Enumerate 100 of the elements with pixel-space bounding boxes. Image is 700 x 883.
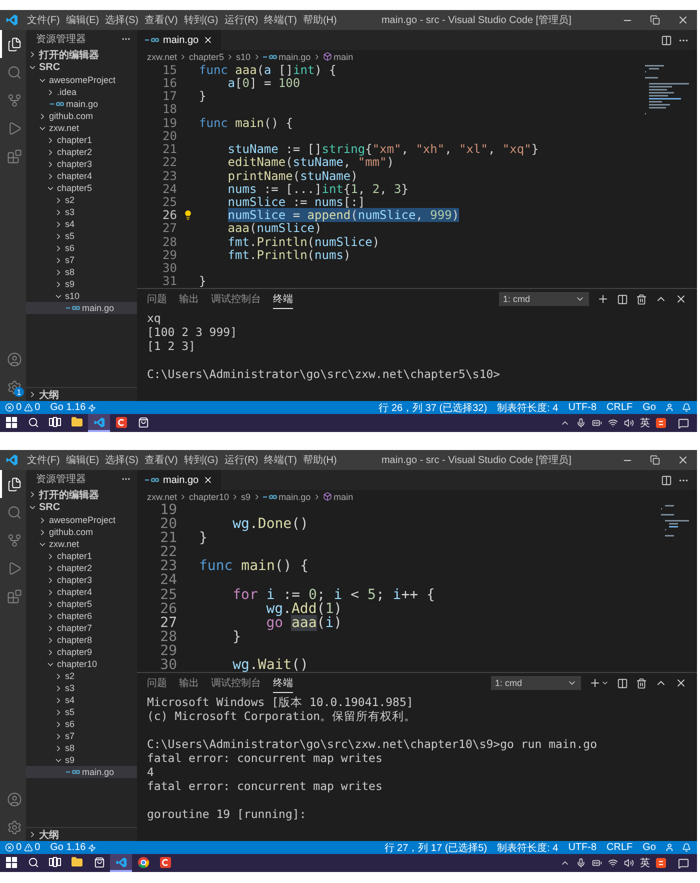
folder-item[interactable]: s5 xyxy=(26,706,137,718)
section-header[interactable]: SRC xyxy=(26,61,137,74)
editor-tab[interactable]: main.go xyxy=(137,470,221,490)
status-item[interactable]: Go xyxy=(638,401,661,414)
folder-item[interactable]: chapter4 xyxy=(26,586,137,598)
battery-icon[interactable] xyxy=(592,858,602,868)
folder-item[interactable]: chapter2 xyxy=(26,146,137,158)
person-icon[interactable] xyxy=(665,843,674,852)
input-method-indicator[interactable]: 英 xyxy=(640,856,650,870)
app-icon[interactable] xyxy=(656,418,666,428)
split-terminal-button[interactable] xyxy=(617,678,628,688)
folder-item[interactable]: chapter5 xyxy=(26,598,137,610)
breadcrumb[interactable]: zxw.net xyxy=(147,492,178,502)
status-item[interactable]: 行 26，列 37 (已选择32) xyxy=(374,401,492,414)
folder-item[interactable]: s2 xyxy=(26,670,137,682)
folder-item[interactable]: chapter1 xyxy=(26,550,137,562)
breadcrumb[interactable]: chapter5 xyxy=(189,52,224,62)
folder-item[interactable]: github.com xyxy=(26,110,137,122)
close-icon[interactable] xyxy=(202,475,213,485)
panel-tab[interactable]: 输出 xyxy=(179,674,199,692)
status-item[interactable]: 制表符长度: 4 xyxy=(492,401,564,414)
panel-tab[interactable]: 调试控制台 xyxy=(211,290,261,308)
person-icon[interactable] xyxy=(665,403,674,412)
section-header[interactable]: 大纲 xyxy=(26,388,137,401)
folder-item[interactable]: chapter5 xyxy=(26,182,137,194)
wifi-icon[interactable] xyxy=(608,418,618,428)
input-method-indicator[interactable]: 英 xyxy=(640,416,650,430)
close-panel-button[interactable] xyxy=(675,677,687,689)
folder-item[interactable]: chapter8 xyxy=(26,634,137,646)
file-item[interactable]: main.go xyxy=(26,98,137,110)
menu-item[interactable]: 帮助(H) xyxy=(300,450,340,470)
menu-item[interactable]: 编辑(E) xyxy=(62,450,102,470)
split-terminal-button[interactable] xyxy=(617,294,628,304)
menu-item[interactable]: 文件(F) xyxy=(24,10,63,30)
editor-tab[interactable]: main.go xyxy=(137,30,221,50)
menu-item[interactable]: 终端(T) xyxy=(261,10,300,30)
panel-tab[interactable]: 问题 xyxy=(147,290,167,308)
folder-item[interactable]: awesomeProject xyxy=(26,74,137,86)
menu-item[interactable]: 转到(G) xyxy=(180,10,222,30)
folder-item[interactable]: s4 xyxy=(26,694,137,706)
menu-item[interactable]: 查看(V) xyxy=(141,450,181,470)
breadcrumb[interactable]: main xyxy=(322,492,354,502)
panel-tab[interactable]: 调试控制台 xyxy=(211,674,261,692)
folder-item[interactable]: chapter6 xyxy=(26,610,137,622)
breadcrumb[interactable]: zxw.net xyxy=(147,52,178,62)
volume-icon[interactable] xyxy=(624,858,634,868)
terminal-select[interactable]: 1: cmd xyxy=(499,292,589,306)
wifi-icon[interactable] xyxy=(608,858,618,868)
section-header[interactable]: 打开的编辑器 xyxy=(26,488,137,501)
folder-item[interactable]: s7 xyxy=(26,730,137,742)
panel-tab[interactable]: 终端 xyxy=(273,290,293,308)
menu-item[interactable]: 终端(T) xyxy=(261,450,300,470)
folder-item[interactable]: github.com xyxy=(26,526,137,538)
status-item[interactable]: CRLF xyxy=(602,841,638,854)
folder-item[interactable]: chapter9 xyxy=(26,646,137,658)
menu-item[interactable]: 文件(F) xyxy=(24,450,63,470)
menu-item[interactable]: 运行(R) xyxy=(221,10,262,30)
folder-item[interactable]: awesomeProject xyxy=(26,514,137,526)
folder-item[interactable]: s9 xyxy=(26,754,137,766)
folder-item[interactable]: s8 xyxy=(26,742,137,754)
notification-icon[interactable] xyxy=(678,418,689,428)
delete-button[interactable] xyxy=(636,678,647,688)
folder-item[interactable]: .idea xyxy=(26,86,137,98)
folder-item[interactable]: chapter10 xyxy=(26,658,137,670)
folder-item[interactable]: zxw.net xyxy=(26,122,137,134)
folder-item[interactable]: s10 xyxy=(26,290,137,302)
terminal-select[interactable]: 1: cmd xyxy=(491,676,581,690)
lightbulb-icon[interactable] xyxy=(182,210,193,220)
status-item[interactable]: UTF-8 xyxy=(563,841,602,854)
menu-item[interactable]: 选择(S) xyxy=(102,10,142,30)
breadcrumb[interactable]: chapter10 xyxy=(189,492,230,502)
app-icon[interactable] xyxy=(656,858,666,868)
folder-item[interactable]: s4 xyxy=(26,218,137,230)
folder-item[interactable]: s5 xyxy=(26,230,137,242)
status-item[interactable]: 制表符长度: 4 xyxy=(492,841,564,854)
new-terminal-button[interactable] xyxy=(589,677,609,689)
new-terminal-button[interactable] xyxy=(597,293,609,305)
breadcrumb[interactable]: s9 xyxy=(241,492,251,502)
section-header[interactable]: 大纲 xyxy=(26,828,137,841)
folder-item[interactable]: s3 xyxy=(26,206,137,218)
bell-icon[interactable] xyxy=(682,843,691,852)
menu-item[interactable]: 查看(V) xyxy=(141,10,181,30)
folder-item[interactable]: chapter3 xyxy=(26,158,137,170)
folder-item[interactable]: zxw.net xyxy=(26,538,137,550)
menu-item[interactable]: 运行(R) xyxy=(221,450,262,470)
folder-item[interactable]: chapter4 xyxy=(26,170,137,182)
folder-item[interactable]: chapter2 xyxy=(26,562,137,574)
panel-tab[interactable]: 输出 xyxy=(179,290,199,308)
go-version-status[interactable]: Go 1.16 xyxy=(45,841,101,854)
status-item[interactable]: 行 27，列 17 (已选择5) xyxy=(379,841,492,854)
battery-icon[interactable] xyxy=(592,418,602,428)
breadcrumb[interactable]: main xyxy=(322,52,354,62)
status-item[interactable]: Go xyxy=(638,841,661,854)
split-editor-icon[interactable] xyxy=(661,34,672,46)
panel-tab[interactable]: 终端 xyxy=(273,674,293,692)
file-item[interactable]: main.go xyxy=(26,766,137,778)
panel-tab[interactable]: 问题 xyxy=(147,674,167,692)
menu-item[interactable]: 编辑(E) xyxy=(62,10,102,30)
close-icon[interactable] xyxy=(202,35,213,45)
folder-item[interactable]: s7 xyxy=(26,254,137,266)
